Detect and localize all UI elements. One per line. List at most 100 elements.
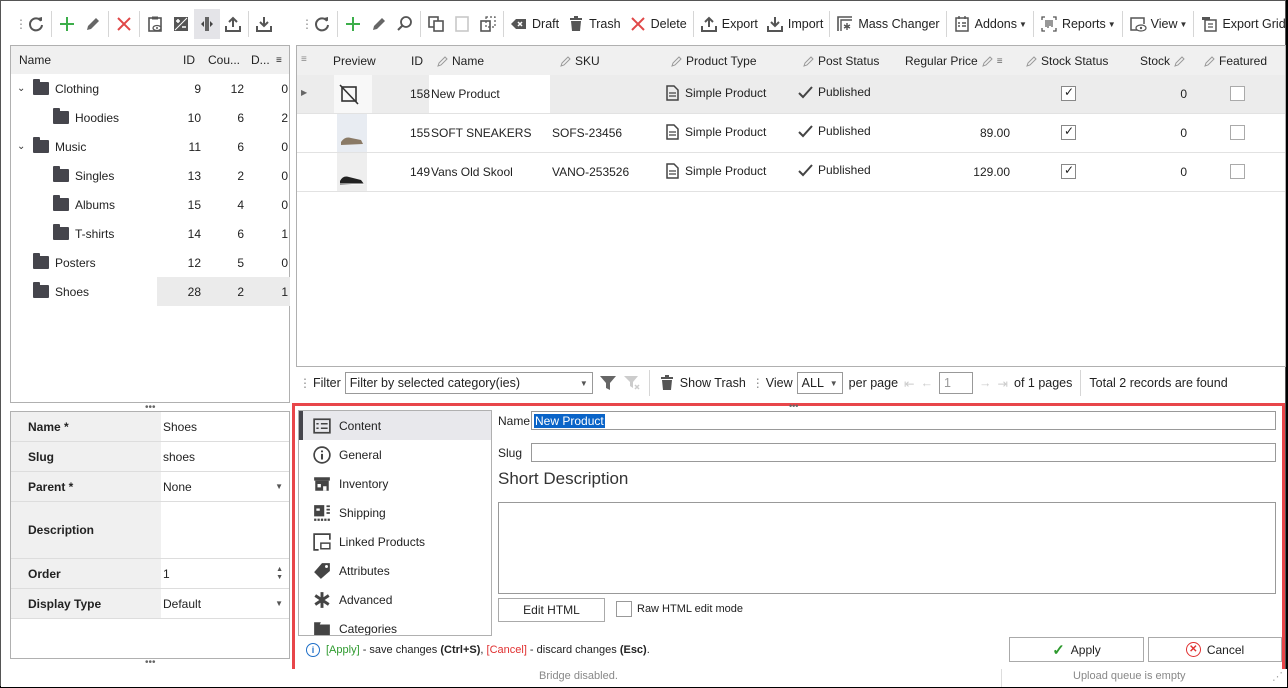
last-page-icon[interactable]: ⇥ xyxy=(998,376,1008,391)
editor-nav-item-advanced[interactable]: Advanced xyxy=(299,585,491,614)
table-row[interactable]: ▶ 158New Product Simple Product Published 0 xyxy=(297,75,1285,114)
product-name[interactable]: New Product xyxy=(431,87,500,101)
featured-checkbox[interactable] xyxy=(1230,125,1245,140)
tree-row[interactable]: Singles 13 2 0 xyxy=(11,161,289,190)
tree-item[interactable]: Posters xyxy=(33,253,96,270)
tree-item[interactable]: Clothing xyxy=(33,79,99,96)
product-type-cell[interactable]: Simple Product xyxy=(666,163,766,179)
property-value-field[interactable]: shoes xyxy=(161,442,289,471)
post-status-cell[interactable]: Published xyxy=(798,85,871,99)
stock-status-checkbox[interactable] xyxy=(1061,85,1076,101)
property-value-field[interactable]: Default ▼ xyxy=(161,589,289,618)
cancel-button[interactable]: ✕ Cancel xyxy=(1148,637,1282,662)
tree-row[interactable]: Posters 12 5 0 xyxy=(11,248,289,277)
add-category-button[interactable] xyxy=(54,9,80,39)
prev-page-icon[interactable]: ← xyxy=(921,376,934,390)
property-value-field[interactable] xyxy=(161,502,289,558)
name-input[interactable]: New Product xyxy=(531,411,1276,430)
duplicate-button[interactable] xyxy=(475,9,501,39)
column-header-id[interactable]: ID xyxy=(183,53,195,67)
spinner-icon[interactable]: ▲ ▼ xyxy=(276,566,283,582)
featured-checkbox[interactable] xyxy=(1230,164,1245,179)
preview-button[interactable] xyxy=(142,9,168,39)
editor-nav-item-shipping[interactable]: Shipping xyxy=(299,498,491,527)
featured-checkbox[interactable] xyxy=(1230,86,1245,101)
refresh-products-button[interactable] xyxy=(309,9,335,39)
editor-nav-item-categories[interactable]: Categories xyxy=(299,614,491,635)
draft-button[interactable]: Draft xyxy=(506,9,563,39)
tree-row[interactable]: ⌄ Music 11 6 0 xyxy=(11,132,289,161)
raw-html-checkbox[interactable] xyxy=(616,601,632,617)
paste-button[interactable] xyxy=(449,9,475,39)
column-header-featured[interactable]: Featured xyxy=(1204,54,1267,68)
editor-nav-item-content[interactable]: Content xyxy=(299,411,491,440)
chevron-down-icon[interactable]: ⌄ xyxy=(17,141,25,152)
product-type-cell[interactable]: Simple Product xyxy=(666,85,766,101)
property-value-field[interactable]: None ▼ xyxy=(161,472,289,501)
slug-input[interactable] xyxy=(531,443,1276,462)
product-sku[interactable]: VANO-253526 xyxy=(552,165,629,179)
column-header-stock-status[interactable]: Stock Status xyxy=(1026,54,1108,68)
page-input[interactable]: 1 xyxy=(939,372,974,394)
refresh-button[interactable] xyxy=(23,9,49,39)
export-grid-button[interactable]: Export Grid▼ xyxy=(1196,9,1288,39)
stock-value[interactable]: 0 xyxy=(1157,126,1187,140)
chevron-down-icon[interactable]: ▼ xyxy=(275,482,283,491)
editor-nav-item-attributes[interactable]: Attributes xyxy=(299,556,491,585)
property-value-field[interactable]: Shoes xyxy=(161,412,289,441)
reports-button[interactable]: Reports ▼ xyxy=(1036,9,1120,39)
editor-nav-item-linked-products[interactable]: Linked Products xyxy=(299,527,491,556)
regular-price[interactable]: 129.00 xyxy=(897,165,1010,179)
edit-product-button[interactable] xyxy=(366,9,392,39)
column-header-id[interactable]: ID xyxy=(411,54,423,68)
column-header-preview[interactable]: Preview xyxy=(333,54,376,68)
column-header-name[interactable]: Name xyxy=(19,53,51,67)
column-header-stock[interactable]: Stock xyxy=(1140,54,1185,68)
product-name[interactable]: SOFT SNEAKERS xyxy=(431,126,531,140)
table-row[interactable]: 149 Vans Old Skool VANO-253526 Simple Produ… xyxy=(297,153,1285,192)
splitter-handle[interactable]: ••• xyxy=(789,401,798,411)
column-chooser-icon[interactable]: ≡ xyxy=(301,54,307,65)
property-value-field[interactable]: 1 ▲ ▼ xyxy=(161,559,289,588)
delete-button[interactable]: Delete xyxy=(625,9,691,39)
product-thumbnail[interactable] xyxy=(334,75,372,113)
addons-button[interactable]: Addons ▼ xyxy=(949,9,1031,39)
resize-grip[interactable]: ⋰ xyxy=(1272,670,1283,683)
edit-category-button[interactable] xyxy=(80,9,106,39)
short-description-editor[interactable] xyxy=(498,502,1276,594)
clear-filter-icon[interactable] xyxy=(623,374,641,392)
tree-row[interactable]: Albums 15 4 0 xyxy=(11,190,289,219)
add-product-button[interactable] xyxy=(340,9,366,39)
editor-nav-item-general[interactable]: General xyxy=(299,440,491,469)
toolbar-grip[interactable]: ⋮ xyxy=(301,17,313,31)
stock-status-checkbox[interactable] xyxy=(1061,124,1076,140)
first-page-icon[interactable]: ⇤ xyxy=(904,376,914,391)
edit-html-button[interactable]: Edit HTML xyxy=(498,598,605,622)
editor-nav-item-inventory[interactable]: Inventory xyxy=(299,469,491,498)
product-thumbnail[interactable] xyxy=(337,114,367,152)
filter-dropdown[interactable]: Filter by selected category(ies) ▼ xyxy=(344,372,593,394)
tree-row[interactable]: Shoes 28 2 1 xyxy=(11,277,290,306)
tree-item[interactable]: Singles xyxy=(53,166,114,183)
stock-status-checkbox[interactable] xyxy=(1061,163,1076,179)
toolbar-grip[interactable]: ⋮ xyxy=(299,376,311,390)
regular-price[interactable]: 89.00 xyxy=(897,126,1010,140)
export-category-button[interactable] xyxy=(220,9,246,39)
next-page-icon[interactable]: → xyxy=(979,376,992,390)
post-status-cell[interactable]: Published xyxy=(798,163,871,177)
product-type-cell[interactable]: Simple Product xyxy=(666,124,766,140)
tree-item[interactable]: Hoodies xyxy=(53,108,119,125)
post-status-cell[interactable]: Published xyxy=(798,124,871,138)
import-category-button[interactable] xyxy=(251,9,277,39)
toolbar-grip[interactable]: ⋮ xyxy=(15,17,27,31)
product-sku[interactable]: SOFS-23456 xyxy=(552,126,622,140)
toolbar-grip[interactable]: ⋮ xyxy=(752,376,764,390)
product-thumbnail[interactable] xyxy=(337,153,367,191)
stock-value[interactable]: 0 xyxy=(1157,87,1187,101)
stock-value[interactable]: 0 xyxy=(1157,165,1187,179)
column-header-count[interactable]: Cou... xyxy=(208,53,240,67)
view-button[interactable]: View ▼ xyxy=(1125,9,1192,39)
column-header-display[interactable]: D... xyxy=(251,53,270,67)
column-header-regular-price[interactable]: Regular Price ≡ xyxy=(905,54,1003,68)
chevron-down-icon[interactable]: ⌄ xyxy=(17,83,25,94)
